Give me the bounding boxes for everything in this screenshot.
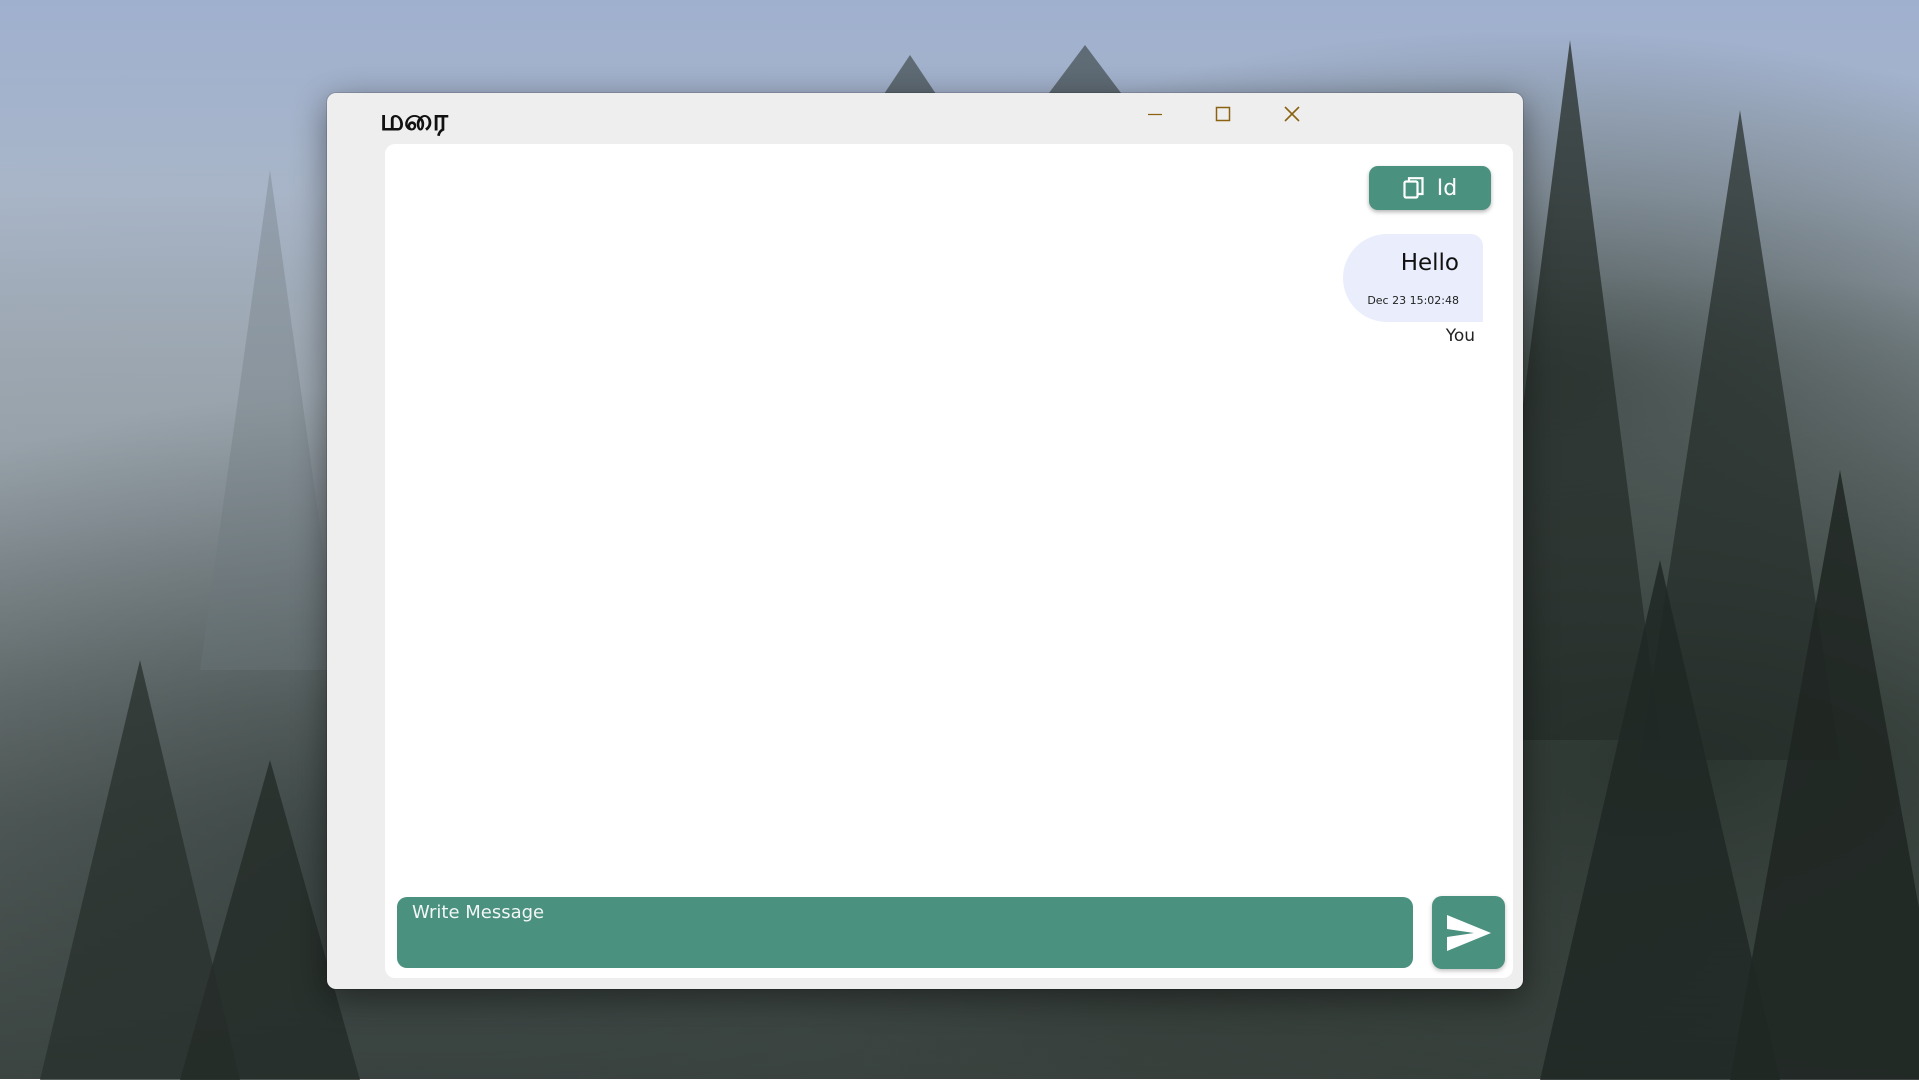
tree-silhouette	[200, 170, 340, 670]
send-icon	[1446, 914, 1491, 951]
message-text: Hello	[1400, 250, 1459, 276]
message-sender: You	[1445, 326, 1475, 346]
minimize-button[interactable]	[1127, 95, 1183, 133]
copy-icon	[1403, 177, 1424, 199]
window-title: மரை	[380, 103, 449, 138]
maximize-icon	[1215, 106, 1231, 122]
tree-silhouette	[1540, 560, 1780, 1080]
chat-panel: Id Hello Dec 23 15:02:48 You	[385, 144, 1513, 978]
message-timestamp: Dec 23 15:02:48	[1367, 294, 1459, 307]
copy-id-label: Id	[1436, 175, 1458, 201]
message-input[interactable]	[397, 897, 1413, 968]
close-button[interactable]	[1264, 95, 1320, 133]
send-button[interactable]	[1432, 896, 1505, 969]
close-icon	[1284, 106, 1300, 122]
message-bubble: Hello Dec 23 15:02:48	[1343, 234, 1483, 322]
copy-id-button[interactable]: Id	[1369, 166, 1491, 210]
minimize-icon	[1148, 113, 1162, 116]
maximize-button[interactable]	[1195, 95, 1251, 133]
desktop-background: மரை Id Hello Dec 23 15:02:48 You Write M…	[0, 0, 1919, 1080]
chat-window: மரை Id Hello Dec 23 15:02:48 You Write M…	[327, 93, 1523, 989]
